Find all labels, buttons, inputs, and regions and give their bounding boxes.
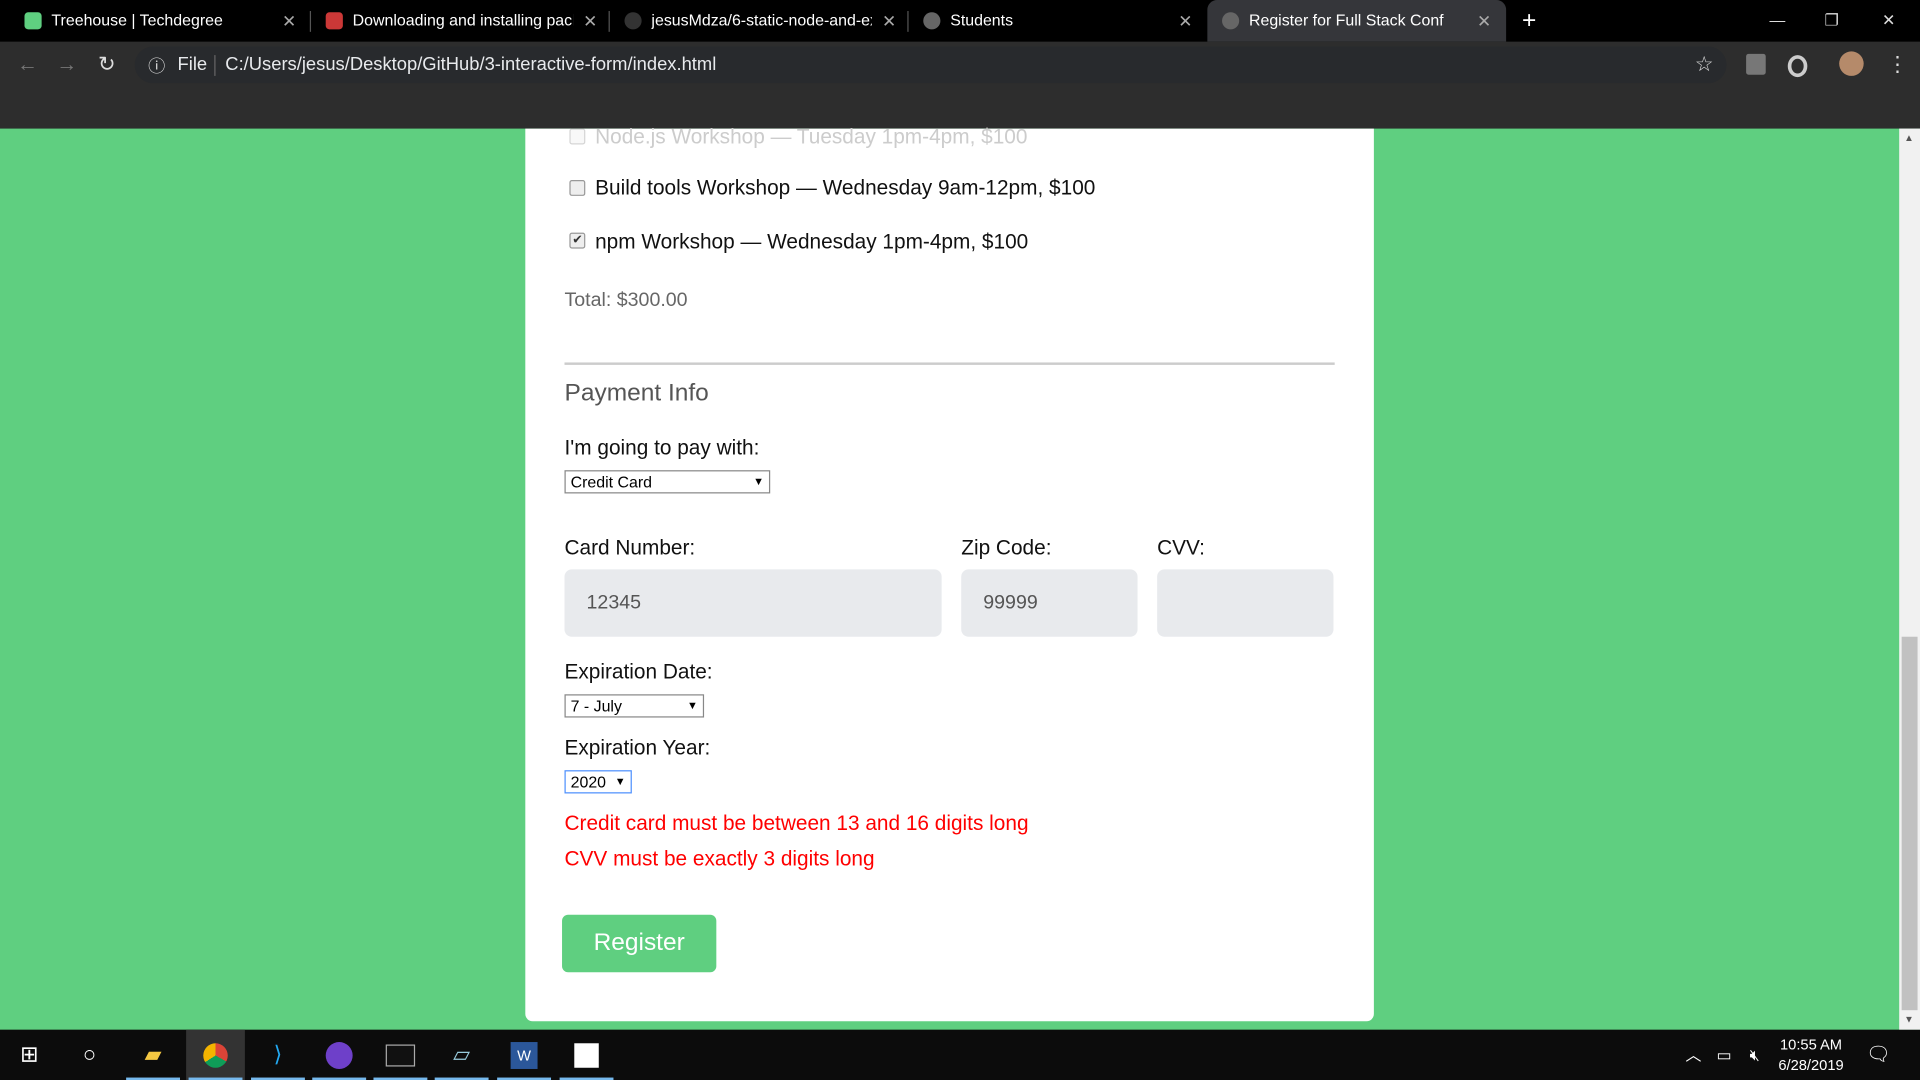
terminal-icon[interactable] xyxy=(371,1030,430,1080)
exp-date-label: Expiration Date: xyxy=(564,660,713,684)
notifications-icon[interactable]: 🗨︎ xyxy=(1851,1030,1905,1080)
file-explorer-icon[interactable]: ▰ xyxy=(124,1030,183,1080)
cvv-input[interactable] xyxy=(1157,569,1334,637)
bookmark-star-icon[interactable]: ☆ xyxy=(1695,53,1714,77)
tab-strip: Treehouse | Techdegree ✕ Downloading and… xyxy=(0,0,1920,42)
activity-label: Node.js Workshop — Tuesday 1pm-4pm, $100 xyxy=(595,124,1028,149)
vscode-icon[interactable]: ⟩ xyxy=(249,1030,308,1080)
close-icon[interactable]: ✕ xyxy=(882,0,896,42)
close-icon[interactable]: ✕ xyxy=(282,0,296,42)
clock[interactable]: 10:55 AM 6/28/2019 xyxy=(1773,1035,1849,1077)
payment-method-select[interactable]: Credit Card ▼ xyxy=(564,470,771,494)
github-icon xyxy=(624,12,642,30)
volume-muted-icon[interactable]: 🔇︎ xyxy=(1740,1030,1769,1080)
word-icon[interactable]: W xyxy=(495,1030,554,1080)
photos-icon[interactable] xyxy=(557,1030,616,1080)
github-desktop-icon[interactable] xyxy=(310,1030,369,1080)
close-icon[interactable]: ✕ xyxy=(1178,0,1192,42)
menu-icon[interactable]: ⋮ xyxy=(1887,53,1908,77)
back-icon[interactable]: ← xyxy=(17,53,38,77)
card-number-error: Credit card must be between 13 and 16 di… xyxy=(564,811,1029,836)
register-button[interactable]: Register xyxy=(562,914,717,973)
activity-checkbox-checked[interactable]: ✔ xyxy=(569,232,586,249)
battery-icon[interactable]: ▭ xyxy=(1709,1030,1738,1080)
chrome-icon[interactable] xyxy=(186,1029,245,1080)
tab-npm[interactable]: Downloading and installing packages ✕ xyxy=(323,0,605,42)
reload-icon[interactable]: ↻ xyxy=(98,53,115,77)
exp-year-select[interactable]: 2020 ▼ xyxy=(564,770,632,794)
total-cost: Total: $300.00 xyxy=(564,290,688,312)
activity-label: npm Workshop — Wednesday 1pm-4pm, $100 xyxy=(595,230,1029,254)
url-text[interactable]: C:/Users/jesus/Desktop/GitHub/3-interact… xyxy=(225,54,716,75)
activity-label: Build tools Workshop — Wednesday 9am-12p… xyxy=(595,176,1096,200)
dropdown-arrow-icon: ▼ xyxy=(753,475,765,488)
treehouse-icon xyxy=(24,12,42,30)
scroll-up-icon[interactable]: ▲ xyxy=(1904,132,1914,143)
url-scheme: File xyxy=(177,53,208,75)
tab-treehouse[interactable]: Treehouse | Techdegree ✕ xyxy=(22,0,304,42)
section-divider xyxy=(564,362,1335,365)
extension-ring-icon[interactable] xyxy=(1787,55,1808,78)
cvv-error: CVV must be exactly 3 digits long xyxy=(564,847,875,871)
extension-icon[interactable] xyxy=(1746,53,1766,75)
card-number-input[interactable]: 12345 xyxy=(564,569,942,637)
cvv-label: CVV: xyxy=(1157,536,1205,560)
restore-button[interactable]: ❐ xyxy=(1824,0,1841,42)
activity-checkbox[interactable] xyxy=(569,180,586,196)
tab-github[interactable]: jesusMdza/6-static-node-and-express ✕ xyxy=(622,0,904,42)
globe-icon xyxy=(1222,12,1240,30)
card-number-label: Card Number: xyxy=(564,536,696,560)
globe-icon xyxy=(923,12,941,30)
tab-register[interactable]: Register for Full Stack Conf ✕ xyxy=(1207,0,1507,42)
close-icon[interactable]: ✕ xyxy=(583,0,597,42)
zip-label: Zip Code: xyxy=(961,536,1052,560)
avatar[interactable] xyxy=(1839,51,1864,76)
dropdown-arrow-icon: ▼ xyxy=(614,775,626,788)
exp-month-select[interactable]: 7 - July ▼ xyxy=(564,694,705,718)
scrollbar-thumb[interactable] xyxy=(1901,636,1918,1011)
dropdown-arrow-icon: ▼ xyxy=(687,699,698,712)
windows-start-icon[interactable]: ⊞ xyxy=(0,1030,59,1080)
close-icon[interactable]: ✕ xyxy=(1477,0,1491,42)
zip-input[interactable]: 99999 xyxy=(961,569,1138,637)
scroll-down-icon[interactable]: ▼ xyxy=(1904,1014,1914,1025)
forward-icon[interactable]: → xyxy=(56,53,77,77)
payment-method-label: I'm going to pay with: xyxy=(564,435,760,460)
tray-chevron-icon[interactable]: ︿ xyxy=(1680,1030,1707,1080)
search-circle-icon[interactable]: ○ xyxy=(60,1030,119,1080)
npm-icon xyxy=(325,12,343,30)
new-tab-button[interactable]: + xyxy=(1522,0,1546,42)
tab-students[interactable]: Students ✕ xyxy=(921,0,1200,42)
notepad-icon[interactable]: ▱ xyxy=(432,1030,491,1080)
info-icon[interactable]: ⓘ xyxy=(148,54,165,78)
close-window-button[interactable]: ✕ xyxy=(1882,0,1899,42)
payment-heading: Payment Info xyxy=(564,379,709,407)
exp-year-label: Expiration Year: xyxy=(564,735,711,760)
activity-checkbox[interactable] xyxy=(569,128,586,145)
minimize-button[interactable]: — xyxy=(1769,0,1786,42)
